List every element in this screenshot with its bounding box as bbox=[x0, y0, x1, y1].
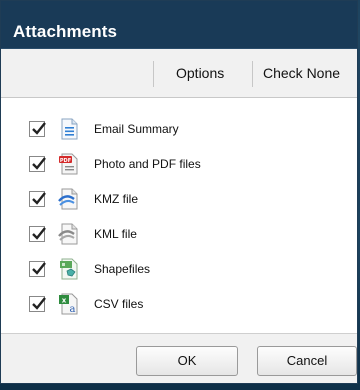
attachment-label: Photo and PDF files bbox=[94, 157, 201, 171]
attachment-label: Shapefiles bbox=[94, 262, 151, 276]
options-button[interactable]: Options bbox=[176, 65, 224, 81]
svg-text:a: a bbox=[70, 304, 76, 315]
dialog-footer: OK Cancel bbox=[1, 333, 357, 383]
attachment-item-kmz[interactable]: KMZ file bbox=[29, 188, 319, 210]
kmz-file-icon bbox=[58, 188, 78, 210]
attachment-label: KML file bbox=[94, 227, 137, 241]
attachment-item-photo-pdf[interactable]: PDF Photo and PDF files bbox=[29, 153, 319, 175]
pdf-icon: PDF bbox=[59, 153, 78, 175]
attachment-item-shapefiles[interactable]: Shapefiles bbox=[29, 258, 319, 280]
cancel-button[interactable]: Cancel bbox=[257, 346, 357, 376]
email-summary-checkbox[interactable] bbox=[29, 121, 46, 137]
kmz-checkbox[interactable] bbox=[29, 191, 46, 207]
attachment-label: Email Summary bbox=[94, 122, 179, 136]
csv-file-icon: x a bbox=[59, 293, 78, 315]
attachment-label: CSV files bbox=[94, 297, 144, 311]
document-icon bbox=[61, 118, 78, 140]
shapefile-icon bbox=[60, 258, 78, 280]
csv-checkbox[interactable] bbox=[29, 296, 46, 312]
dialog-title: Attachments bbox=[13, 22, 118, 41]
svg-text:x: x bbox=[62, 297, 67, 305]
photo-pdf-checkbox[interactable] bbox=[29, 156, 46, 172]
shapefiles-checkbox[interactable] bbox=[29, 261, 46, 277]
kml-file-icon bbox=[58, 223, 78, 245]
toolbar-separator bbox=[153, 61, 154, 87]
attachment-list: Email Summary PDF Photo and PDF files KM… bbox=[1, 98, 357, 333]
attachment-item-email-summary[interactable]: Email Summary bbox=[29, 118, 319, 140]
toolbar-separator bbox=[252, 61, 253, 87]
check-none-button[interactable]: Check None bbox=[263, 65, 340, 81]
ok-button[interactable]: OK bbox=[136, 346, 238, 376]
dialog-titlebar: Attachments bbox=[1, 1, 357, 49]
attachment-item-csv[interactable]: x a CSV files bbox=[29, 293, 319, 315]
kml-checkbox[interactable] bbox=[29, 226, 46, 242]
svg-text:PDF: PDF bbox=[60, 158, 71, 164]
attachment-label: KMZ file bbox=[94, 192, 139, 206]
attachment-item-kml[interactable]: KML file bbox=[29, 223, 319, 245]
dialog-toolbar: Options Check None bbox=[1, 49, 357, 98]
attachments-dialog: Attachments Options Check None Email Sum… bbox=[0, 0, 358, 384]
